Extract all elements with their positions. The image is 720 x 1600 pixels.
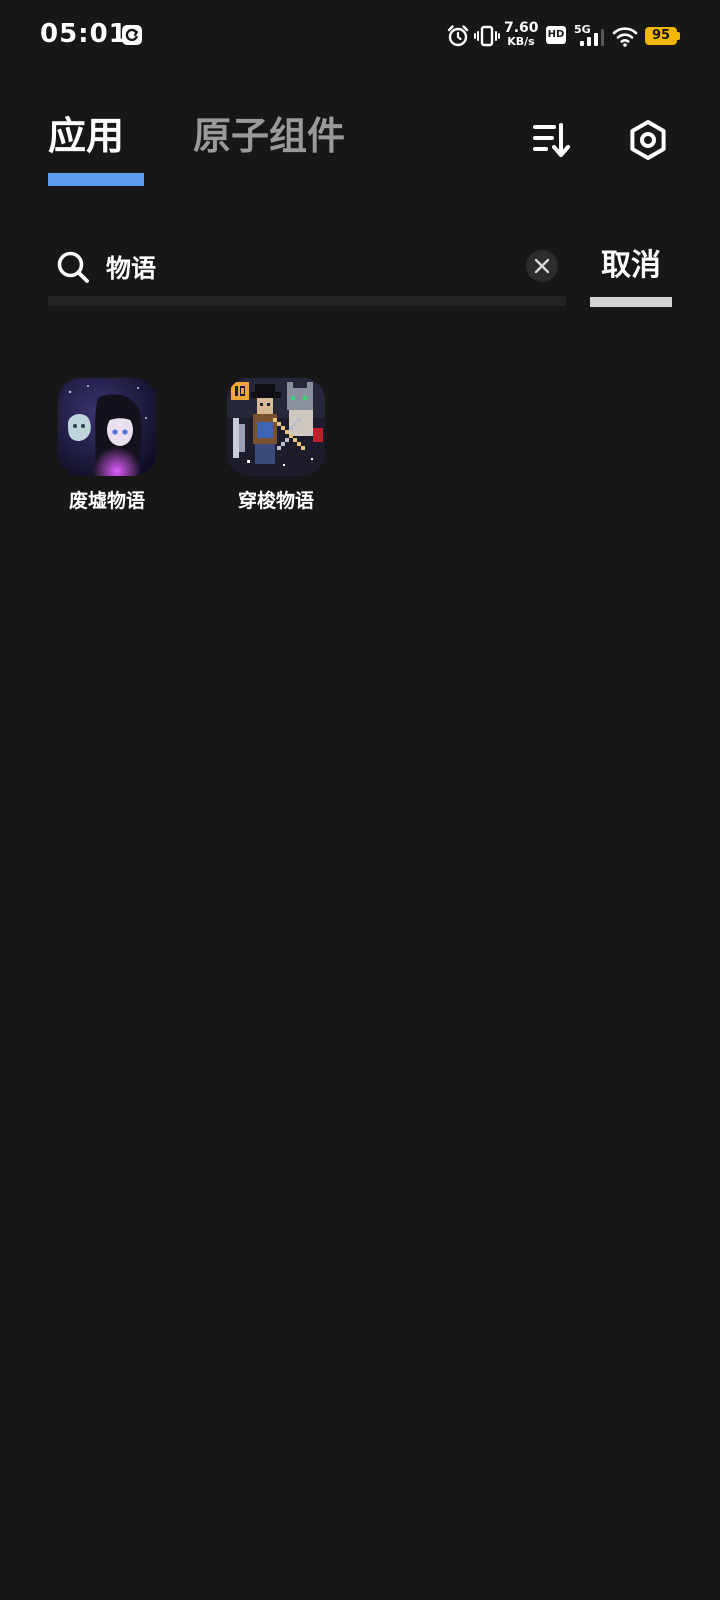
- network-speed: 7.60 KB/s: [504, 20, 539, 48]
- status-time: 05:01: [40, 19, 128, 49]
- network-speed-value: 7.60: [504, 20, 539, 36]
- tab-widgets[interactable]: 原子组件: [193, 112, 345, 160]
- hd-badge: HD: [546, 26, 566, 44]
- tab-apps[interactable]: 应用: [48, 112, 124, 160]
- vibrate-icon: [474, 25, 500, 47]
- app-label: 废墟物语: [68, 490, 145, 512]
- active-tab-indicator: [48, 173, 144, 186]
- wifi-icon: [612, 27, 638, 47]
- signal-icon: [580, 29, 604, 46]
- search-icon: [57, 251, 89, 283]
- battery-icon: 95: [645, 27, 677, 45]
- sort-icon: [533, 123, 570, 157]
- clear-search-button[interactable]: [526, 250, 558, 282]
- search-underline: [48, 296, 566, 306]
- battery-tip: [677, 32, 680, 40]
- sort-button[interactable]: [526, 114, 578, 166]
- app-label: 穿梭物语: [237, 490, 314, 512]
- cancel-underline: [590, 297, 672, 307]
- app-icon-feixu: [58, 378, 156, 476]
- alarm-icon: [447, 25, 469, 47]
- cancel-button[interactable]: 取消: [590, 242, 672, 290]
- search-bar: [48, 240, 566, 308]
- network-speed-unit: KB/s: [507, 35, 535, 48]
- app-result-item[interactable]: 穿梭物语: [211, 378, 341, 513]
- settings-button[interactable]: [622, 114, 674, 166]
- search-input[interactable]: [106, 246, 506, 288]
- app-icon-chuansuo: [227, 378, 325, 476]
- sync-icon: [122, 25, 142, 45]
- close-icon: [534, 258, 550, 274]
- status-bar: 05:01 7.60 KB/s HD 5G 95: [0, 0, 720, 72]
- settings-icon: [630, 120, 666, 160]
- app-result-item[interactable]: 废墟物语: [42, 378, 172, 513]
